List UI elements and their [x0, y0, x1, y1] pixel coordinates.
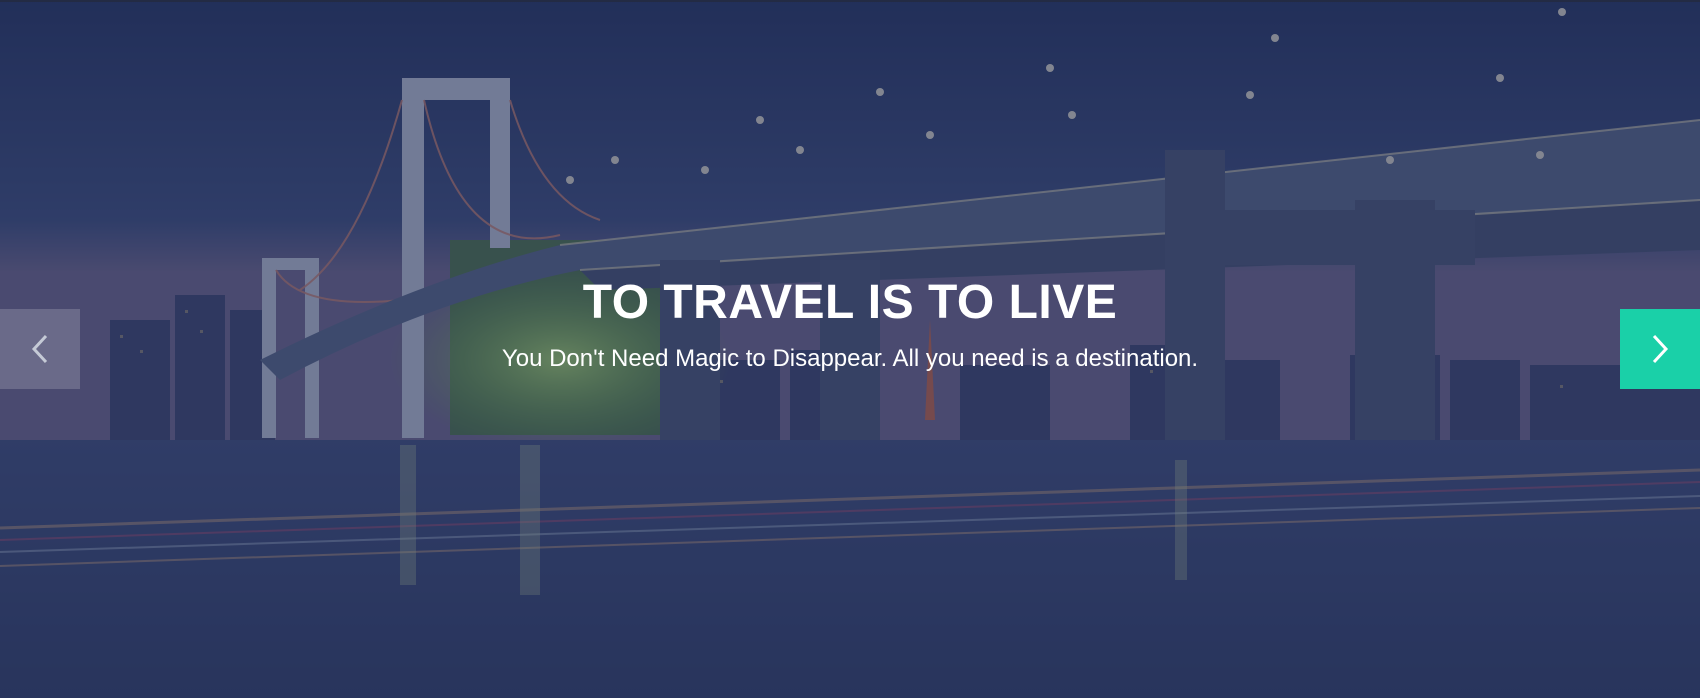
- chevron-left-icon: [31, 334, 48, 364]
- slide-subtitle: You Don't Need Magic to Disappear. All y…: [501, 345, 1199, 372]
- next-slide-button[interactable]: [1620, 309, 1700, 389]
- prev-slide-button[interactable]: [0, 309, 80, 389]
- chevron-right-icon: [1652, 334, 1669, 364]
- slide-title: TO TRAVEL IS TO LIVE: [582, 276, 1118, 329]
- hero-slider: TO TRAVEL IS TO LIVE You Don't Need Magi…: [0, 0, 1700, 698]
- slide-caption: TO TRAVEL IS TO LIVE You Don't Need Magi…: [0, 270, 1700, 376]
- top-divider: [0, 0, 1700, 2]
